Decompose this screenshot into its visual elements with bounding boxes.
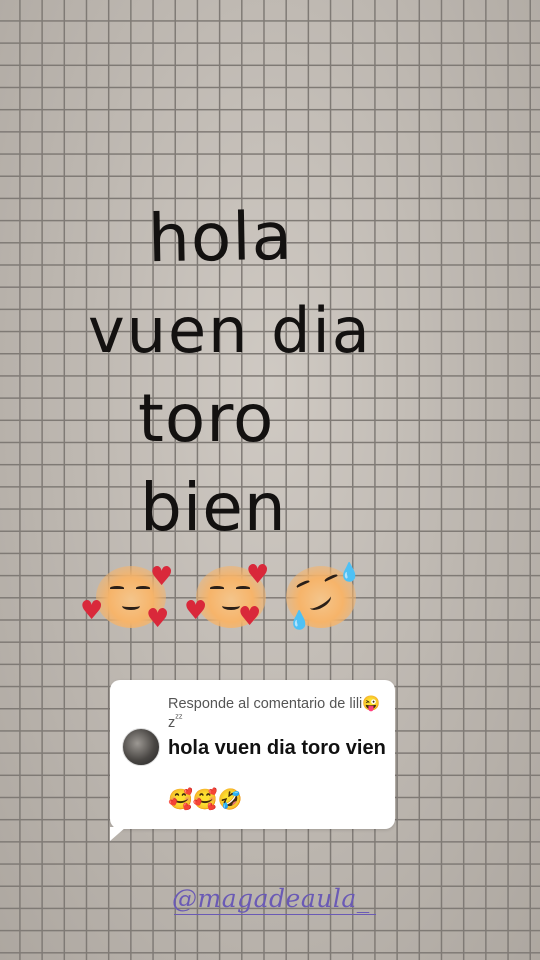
comment-text: hola vuen dia toro vien: [168, 737, 386, 759]
handwriting-line-vuen-dia: vuen dia: [88, 294, 372, 367]
heart-icon: ♥: [238, 602, 262, 632]
rolling-on-floor-laughing-icon: 💧 💧: [286, 562, 361, 631]
heart-icon: ♥: [150, 562, 174, 592]
heart-icon: ♥: [146, 604, 170, 634]
winking-tongue-face-icon: 😜: [362, 696, 381, 712]
reply-comment-card[interactable]: Responde al comentario de lili😜zᶻᶻ hola …: [110, 680, 395, 841]
heart-icon: ♥: [246, 560, 270, 590]
handwriting-line-hola: hola: [147, 197, 294, 278]
handwriting-line-toro: toro: [138, 380, 275, 457]
creator-watermark: @magadeaula_: [172, 884, 376, 915]
sleep-marks: ᶻᶻ: [175, 713, 183, 725]
avatar[interactable]: [122, 728, 160, 766]
reply-context: Responde al comentario de lili😜zᶻᶻ: [168, 696, 383, 733]
comment-emojis: 🥰🥰🤣: [168, 787, 243, 811]
drawn-emoji-row: ♥ ♥ ♥ ♥ ♥ ♥ 💧 💧: [78, 560, 368, 640]
heart-icon: ♥: [80, 596, 104, 626]
handwriting-line-bien: bien: [140, 469, 287, 546]
heart-icon: ♥: [184, 596, 208, 626]
reply-prefix: Responde al comentario de: [168, 696, 346, 712]
